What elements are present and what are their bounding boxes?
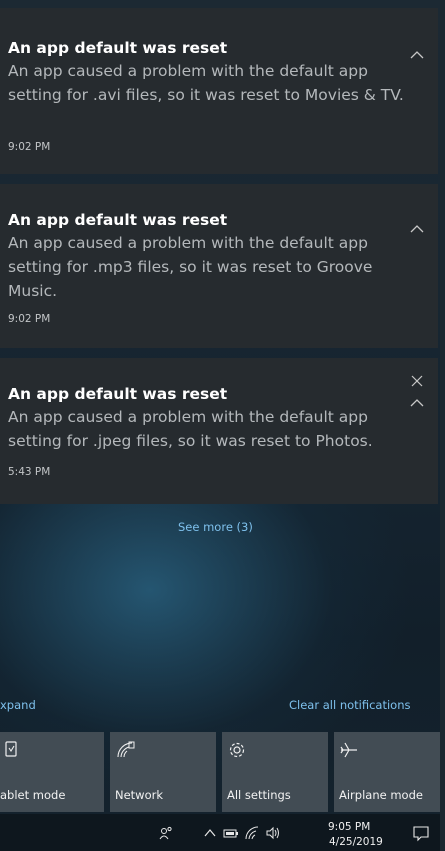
taskbar: 9:05 PM 4/25/2019 <box>0 814 445 851</box>
taskbar-clock-date[interactable]: 4/25/2019 <box>329 836 383 848</box>
chevron-up-icon[interactable] <box>408 48 426 62</box>
volume-icon[interactable] <box>265 825 281 841</box>
chevron-up-icon[interactable] <box>408 222 426 236</box>
gear-icon <box>229 742 245 758</box>
tablet-mode-icon <box>5 741 17 757</box>
tablet-mode-tile[interactable]: ablet mode <box>0 732 104 812</box>
clear-all-notifications-link[interactable]: Clear all notifications <box>289 698 411 712</box>
notification-time: 5:43 PM <box>8 466 51 478</box>
battery-icon[interactable] <box>223 825 239 841</box>
notification-body: An app caused a problem with the default… <box>8 234 373 300</box>
taskbar-clock-time[interactable]: 9:05 PM <box>328 821 370 833</box>
notification-time: 9:02 PM <box>8 141 51 153</box>
notification-time: 9:02 PM <box>8 313 51 325</box>
airplane-mode-tile[interactable]: Airplane mode <box>334 732 440 812</box>
notification-body: An app caused a problem with the default… <box>8 408 373 450</box>
window-edge <box>440 0 445 851</box>
see-more-link[interactable]: See more (3) <box>178 520 253 534</box>
chevron-up-icon[interactable] <box>408 396 426 410</box>
notification-body: An app caused a problem with the default… <box>8 62 404 104</box>
notification-card[interactable]: An app default was reset An app caused a… <box>0 358 438 504</box>
tile-label: Airplane mode <box>339 788 423 802</box>
notification-title: An app default was reset <box>8 385 228 403</box>
all-settings-tile[interactable]: All settings <box>222 732 328 812</box>
notification-card[interactable]: An app default was reset An app caused a… <box>0 184 438 348</box>
people-icon[interactable] <box>158 825 174 841</box>
tile-label: All settings <box>227 788 291 802</box>
tile-label: ablet mode <box>0 788 66 802</box>
notification-title: An app default was reset <box>8 39 228 57</box>
notification-title: An app default was reset <box>8 211 228 229</box>
network-icon <box>117 741 135 758</box>
wifi-icon[interactable] <box>244 825 260 841</box>
chevron-up-icon[interactable] <box>202 825 218 841</box>
tile-label: Network <box>115 788 164 802</box>
notification-card[interactable]: An app default was reset An app caused a… <box>0 8 438 174</box>
network-tile[interactable]: Network <box>110 732 216 812</box>
action-center-icon[interactable] <box>412 824 430 842</box>
expand-link[interactable]: xpand <box>0 698 36 712</box>
airplane-icon <box>340 742 357 758</box>
close-icon[interactable] <box>410 374 424 388</box>
